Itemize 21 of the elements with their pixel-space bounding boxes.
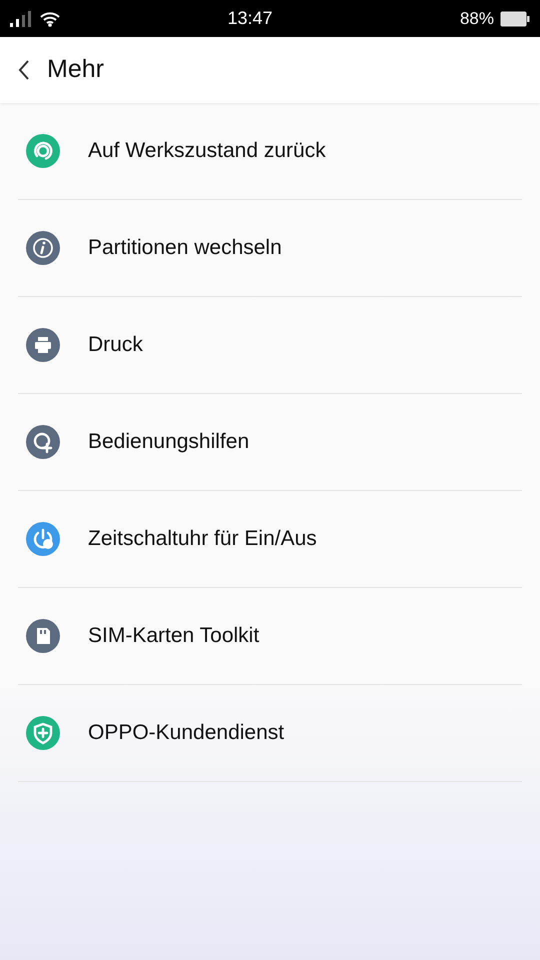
wifi-icon: [40, 10, 60, 26]
clock-time: 13:47: [226, 7, 274, 30]
signal-icon: [10, 10, 32, 26]
back-icon[interactable]: [18, 59, 30, 81]
settings-item[interactable]: Bedienungshilfen: [18, 394, 522, 491]
item-label: OPPO-Kundendienst: [88, 720, 284, 746]
settings-item[interactable]: Druck: [18, 297, 522, 394]
item-label: Auf Werkszustand zurück: [88, 138, 326, 164]
page-title: Mehr: [47, 54, 104, 86]
settings-item[interactable]: OPPO-Kundendienst: [18, 685, 522, 782]
item-label: Druck: [88, 332, 143, 358]
settings-item[interactable]: SIM-Karten Toolkit: [18, 588, 522, 685]
item-label: Zeitschaltuhr für Ein/Aus: [88, 526, 317, 552]
item-label: Bedienungshilfen: [88, 429, 250, 456]
settings-item[interactable]: Auf Werkszustand zurück: [18, 103, 522, 200]
item-label: SIM-Karten Toolkit: [88, 623, 260, 650]
item-label: Partitionen wechseln: [88, 235, 282, 262]
battery-percentage: 88%: [460, 8, 494, 30]
settings-item[interactable]: Partitionen wechseln: [18, 200, 522, 297]
settings-item[interactable]: Zeitschaltuhr für Ein/Aus: [18, 491, 522, 588]
battery-icon: [500, 10, 530, 26]
